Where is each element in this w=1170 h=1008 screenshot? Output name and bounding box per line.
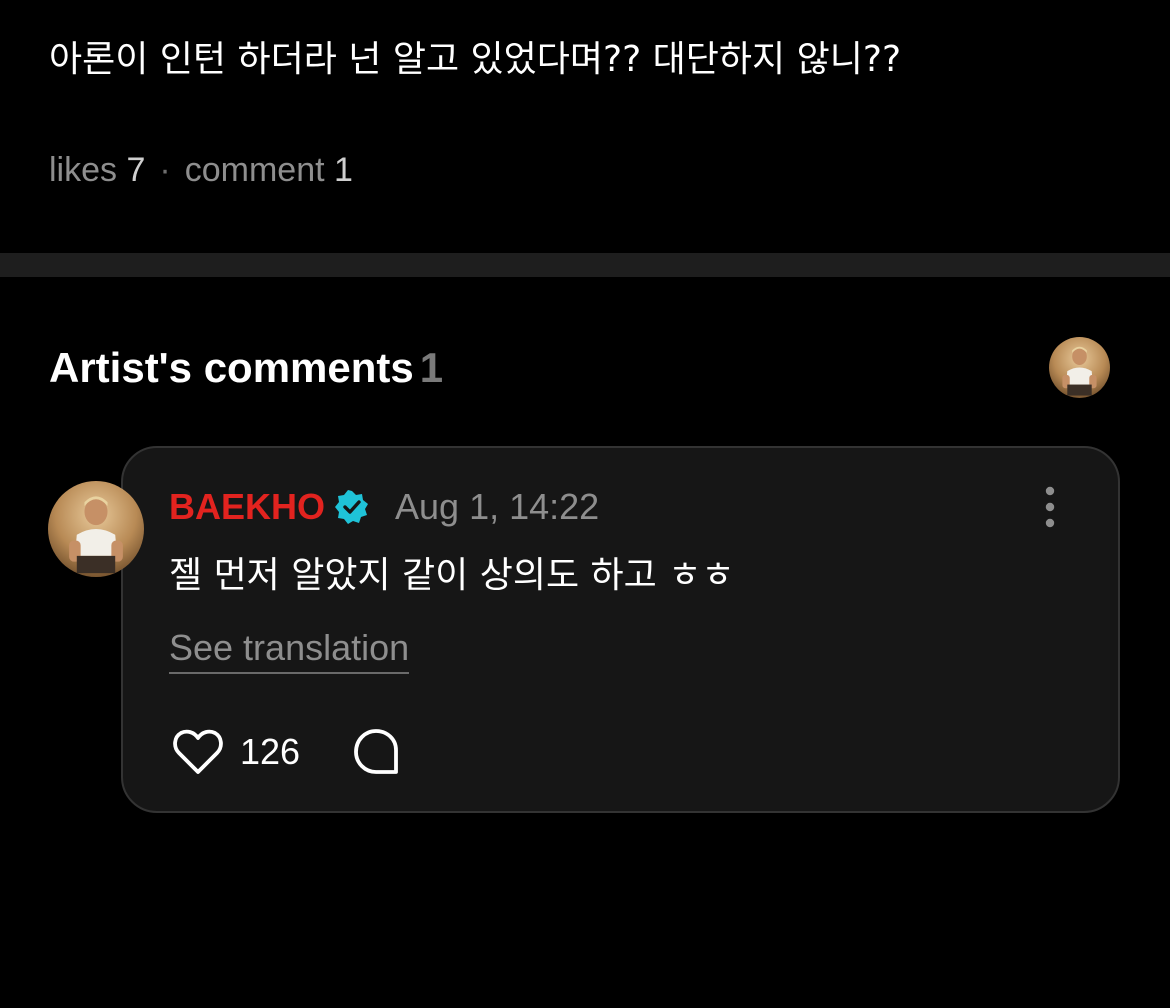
see-translation-link[interactable]: See translation (169, 626, 410, 674)
comment-author-avatar[interactable] (48, 481, 144, 577)
artist-avatar[interactable] (1049, 337, 1110, 398)
comment-count: 1 (334, 151, 353, 189)
section-title: Artist's comments 1 (49, 340, 443, 396)
likes-label: likes (49, 151, 118, 189)
speech-bubble-icon (351, 727, 401, 777)
heart-outline-icon (172, 728, 224, 776)
post-text: 아론이 인턴 하더라 넌 알고 있었다며?? 대단하지 않니?? (49, 39, 902, 80)
comment-text: 젤 먼저 알았지 같이 상의도 하고 ㅎㅎ (169, 555, 735, 596)
comment-timestamp: Aug 1, 14:22 (395, 486, 600, 527)
likes-count: 7 (126, 151, 146, 189)
verified-badge-icon (335, 490, 369, 524)
more-vertical-icon[interactable] (1036, 486, 1064, 528)
section-title-text: Artist's comments (49, 344, 414, 391)
section-title-count: 1 (419, 344, 444, 391)
comment-header: BAEKHO Aug 1, 14:22 (169, 482, 599, 532)
like-button[interactable]: 126 (172, 726, 300, 778)
comment-author-name[interactable]: BAEKHO (169, 486, 325, 528)
like-count: 126 (240, 731, 301, 772)
section-divider (0, 253, 1170, 277)
reply-button[interactable] (351, 727, 401, 777)
post-stats: likes 7 · comment 1 (49, 146, 353, 194)
comment-label[interactable]: comment (185, 151, 325, 189)
stats-separator: · (159, 151, 171, 189)
